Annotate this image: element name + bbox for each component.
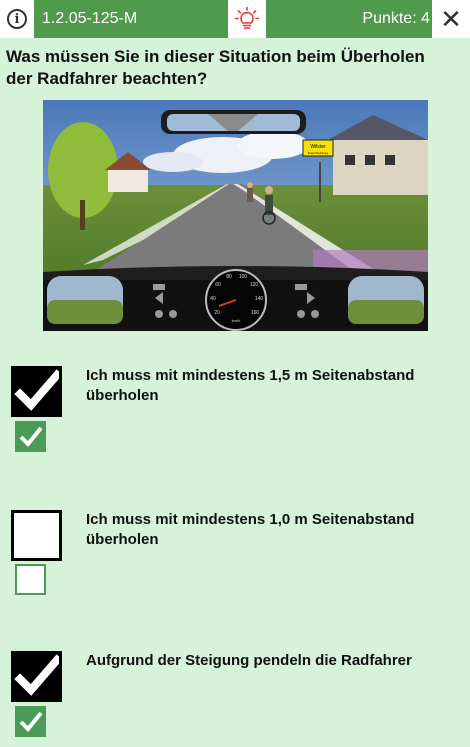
check-mark-icon [14, 654, 63, 696]
lightbulb-icon [234, 6, 260, 29]
info-button[interactable]: i [0, 0, 34, 38]
check-mark-icon [14, 369, 63, 411]
answer-2-text[interactable]: Ich muss mit mindestens 1,0 m Seitenabst… [86, 510, 456, 550]
close-button[interactable]: ✕ [432, 0, 470, 38]
svg-text:80: 80 [226, 274, 232, 280]
check-mark-icon [19, 426, 43, 447]
town-sign-subtext: Kreis Steinburg [308, 151, 329, 155]
answer-3-text[interactable]: Aufgrund der Steigung pendeln die Radfah… [86, 651, 456, 671]
answer-2-checkbox[interactable] [11, 510, 62, 561]
hint-button[interactable] [228, 0, 266, 38]
header-bar: i 1.2.05-125-M Punkte: 4 ✕ [0, 0, 470, 38]
answer-2-solution-marker [15, 564, 46, 595]
svg-text:20: 20 [214, 310, 220, 316]
answer-1-text[interactable]: Ich muss mit mindestens 1,5 m Seitenabst… [86, 366, 456, 406]
answer-1-solution-marker [15, 421, 46, 452]
question-id: 1.2.05-125-M [42, 10, 138, 27]
check-mark-icon [19, 711, 43, 732]
svg-text:40: 40 [210, 296, 216, 302]
svg-text:100: 100 [239, 274, 248, 280]
svg-text:60: 60 [215, 282, 221, 288]
town-sign-text: Wilster [310, 144, 326, 150]
answer-1-checkbox[interactable] [11, 366, 63, 417]
info-icon: i [7, 9, 27, 29]
answer-3-checkbox[interactable] [11, 651, 63, 702]
close-icon: ✕ [440, 3, 462, 34]
points-label: Punkte: 4 [362, 10, 430, 27]
situation-image: Wilster Kreis Steinburg 20 40 60 80 100 … [43, 100, 428, 331]
svg-text:120: 120 [250, 282, 259, 288]
answer-3-solution-marker [15, 706, 46, 737]
svg-text:160: 160 [251, 310, 260, 316]
svg-text:140: 140 [255, 296, 264, 302]
question-text: Was müssen Sie in dieser Situation beim … [6, 47, 425, 88]
svg-text:km/h: km/h [232, 318, 241, 323]
